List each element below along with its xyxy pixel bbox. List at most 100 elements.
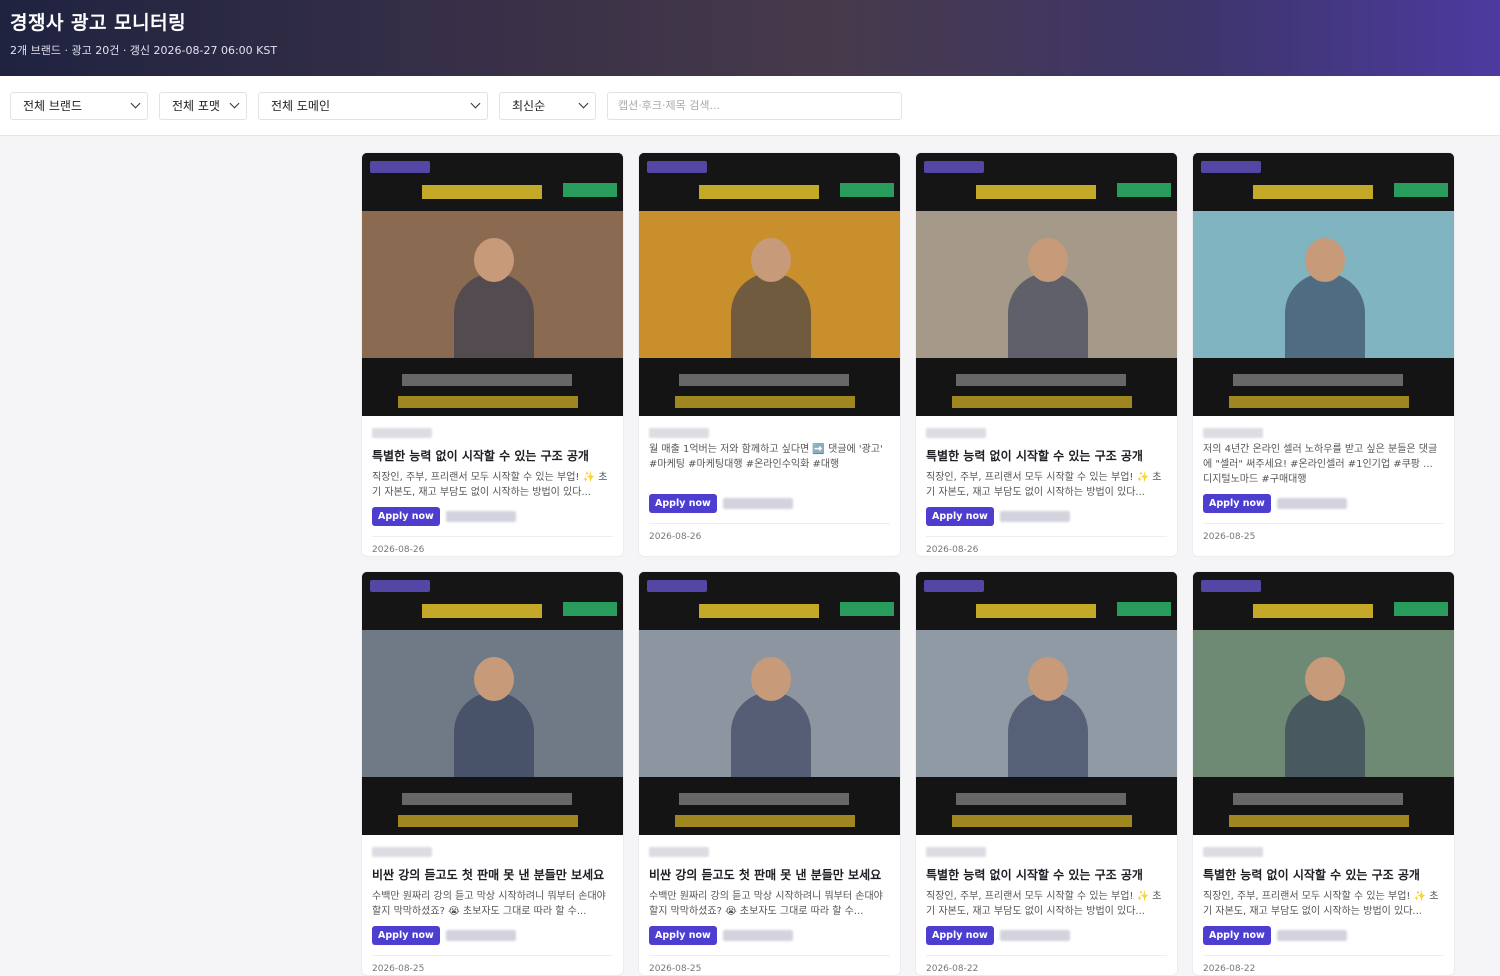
apply-now-button[interactable]: Apply now <box>372 926 440 945</box>
thumbnail-badge <box>1394 602 1448 616</box>
thumbnail-caption-bar <box>1229 815 1409 827</box>
ad-domain <box>1276 930 1347 941</box>
ad-date: 2026-08-25 <box>1203 532 1256 542</box>
brand-filter-label: 전체 브랜드 <box>23 99 83 113</box>
thumbnail-caption-bar <box>402 374 572 386</box>
thumbnail-caption-bar <box>1229 396 1409 408</box>
advertiser-name <box>372 847 432 857</box>
thumbnail-caption-bar <box>402 793 572 805</box>
sort-select[interactable]: 최신순 <box>499 91 596 120</box>
ad-date: 2026-08-25 <box>372 964 425 974</box>
apply-now-button[interactable]: Apply now <box>1203 494 1271 513</box>
ad-title: 특별한 능력 없이 시작할 수 있는 구조 공개 <box>1203 868 1420 882</box>
ad-date: 2026-08-25 <box>649 964 702 974</box>
thumbnail-badge <box>1394 183 1448 197</box>
chevron-down-icon <box>130 98 141 109</box>
chevron-down-icon <box>470 98 481 109</box>
thumbnail-tag <box>647 580 707 592</box>
card-divider <box>372 536 613 537</box>
ad-card[interactable]: 특별한 능력 없이 시작할 수 있는 구조 공개 직장인, 주부, 프리랜서 모… <box>1192 571 1455 976</box>
ad-domain <box>445 511 516 522</box>
ad-thumbnail[interactable] <box>362 572 623 835</box>
thumbnail-caption-bar <box>1233 374 1403 386</box>
ad-caption: 월 매출 1억버는 저와 함께하고 싶다면 ➡️ 댓글에 '광고' #마케팅 #… <box>649 444 883 470</box>
ad-title: 특별한 능력 없이 시작할 수 있는 구조 공개 <box>926 449 1143 463</box>
thumbnail-badge <box>840 602 894 616</box>
thumbnail-tag <box>1201 161 1261 173</box>
ad-caption: 수백만 원짜리 강의 듣고 막상 시작하려니 뭐부터 손대야 할지 막막하셨죠?… <box>649 891 883 917</box>
thumbnail-head <box>473 238 514 282</box>
thumbnail-tag <box>647 161 707 173</box>
apply-now-button[interactable]: Apply now <box>926 507 994 526</box>
thumbnail-caption-bar <box>398 396 578 408</box>
apply-now-button[interactable]: Apply now <box>1203 926 1271 945</box>
card-divider <box>649 955 890 956</box>
card-divider <box>649 523 890 524</box>
apply-now-button[interactable]: Apply now <box>649 494 717 513</box>
thumbnail-tag <box>370 161 430 173</box>
ad-date: 2026-08-22 <box>926 964 979 974</box>
thumbnail-badge <box>563 602 617 616</box>
ad-thumbnail[interactable] <box>916 153 1177 416</box>
thumbnail-head <box>1304 657 1345 701</box>
ad-domain <box>999 930 1070 941</box>
ad-date: 2026-08-22 <box>1203 964 1256 974</box>
chevron-down-icon <box>578 98 589 109</box>
apply-now-button[interactable]: Apply now <box>649 926 717 945</box>
thumbnail-tag <box>370 580 430 592</box>
advertiser-name <box>649 847 709 857</box>
page-subtitle: 2개 브랜드 · 광고 20건 · 갱신 2026-08-27 06:00 KS… <box>10 44 278 57</box>
thumbnail-badge <box>1117 602 1171 616</box>
sort-label: 최신순 <box>512 99 546 113</box>
ad-thumbnail[interactable] <box>916 572 1177 835</box>
card-divider <box>372 955 613 956</box>
thumbnail-headline-bar <box>422 185 542 199</box>
ad-thumbnail[interactable] <box>639 153 900 416</box>
apply-now-button[interactable]: Apply now <box>926 926 994 945</box>
ad-card[interactable]: 월 매출 1억버는 저와 함께하고 싶다면 ➡️ 댓글에 '광고' #마케팅 #… <box>638 152 901 557</box>
advertiser-name <box>926 847 986 857</box>
ad-card[interactable]: 특별한 능력 없이 시작할 수 있는 구조 공개 직장인, 주부, 프리랜서 모… <box>361 152 624 557</box>
page-title: 경쟁사 광고 모니터링 <box>10 12 187 34</box>
ad-thumbnail[interactable] <box>639 572 900 835</box>
ad-domain <box>1276 498 1347 509</box>
thumbnail-head <box>1304 238 1345 282</box>
ad-thumbnail[interactable] <box>1193 572 1454 835</box>
ad-thumbnail[interactable] <box>1193 153 1454 416</box>
thumbnail-badge <box>840 183 894 197</box>
ad-date: 2026-08-26 <box>926 545 979 555</box>
ad-title: 비싼 강의 듣고도 첫 판매 못 낸 분들만 보세요 <box>372 868 605 882</box>
ad-domain <box>722 498 793 509</box>
format-filter-select[interactable]: 전체 포맷 <box>159 91 247 120</box>
thumbnail-headline-bar <box>976 604 1096 618</box>
card-divider <box>1203 955 1444 956</box>
ad-card-grid: 특별한 능력 없이 시작할 수 있는 구조 공개 직장인, 주부, 프리랜서 모… <box>361 152 1456 976</box>
thumbnail-headline-bar <box>699 604 819 618</box>
thumbnail-headline-bar <box>1253 604 1373 618</box>
search-input[interactable] <box>607 91 902 120</box>
brand-filter-select[interactable]: 전체 브랜드 <box>10 91 148 120</box>
thumbnail-badge <box>1117 183 1171 197</box>
ad-card[interactable]: 특별한 능력 없이 시작할 수 있는 구조 공개 직장인, 주부, 프리랜서 모… <box>915 152 1178 557</box>
ad-title: 특별한 능력 없이 시작할 수 있는 구조 공개 <box>372 449 589 463</box>
ad-caption: 저의 4년간 온라인 셀러 노하우를 받고 싶은 분들은 댓글에 "셀러" 써주… <box>1203 444 1438 485</box>
ad-card[interactable]: 비싼 강의 듣고도 첫 판매 못 낸 분들만 보세요 수백만 원짜리 강의 듣고… <box>638 571 901 976</box>
domain-filter-label: 전체 도메인 <box>271 99 331 113</box>
apply-now-button[interactable]: Apply now <box>372 507 440 526</box>
thumbnail-headline-bar <box>422 604 542 618</box>
advertiser-name <box>649 428 709 438</box>
thumbnail-caption-bar <box>675 815 855 827</box>
ad-domain <box>999 511 1070 522</box>
ad-card[interactable]: 특별한 능력 없이 시작할 수 있는 구조 공개 직장인, 주부, 프리랜서 모… <box>915 571 1178 976</box>
thumbnail-headline-bar <box>699 185 819 199</box>
ad-card[interactable]: 저의 4년간 온라인 셀러 노하우를 받고 싶은 분들은 댓글에 "셀러" 써주… <box>1192 152 1455 557</box>
ad-thumbnail[interactable] <box>362 153 623 416</box>
domain-filter-select[interactable]: 전체 도메인 <box>258 91 488 120</box>
thumbnail-caption-bar <box>952 396 1132 408</box>
card-divider <box>926 536 1167 537</box>
ad-date: 2026-08-26 <box>649 532 702 542</box>
ad-card[interactable]: 비싼 강의 듣고도 첫 판매 못 낸 분들만 보세요 수백만 원짜리 강의 듣고… <box>361 571 624 976</box>
thumbnail-tag <box>924 161 984 173</box>
ad-caption: 직장인, 주부, 프리랜서 모두 시작할 수 있는 부업! ✨ 초기 자본도, … <box>1203 891 1439 917</box>
advertiser-name <box>1203 847 1263 857</box>
